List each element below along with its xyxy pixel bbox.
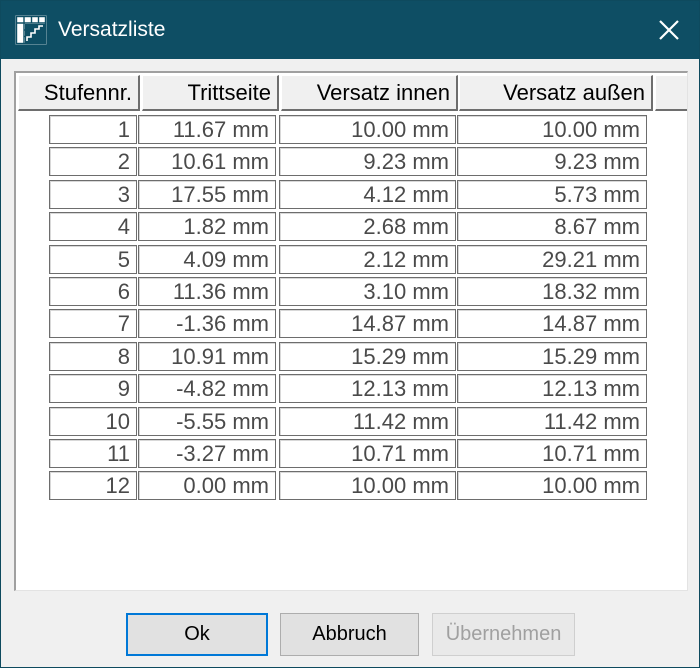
cell-tread-side[interactable]: 11.67 mm [138, 115, 276, 144]
cell-step-number[interactable]: 10 [49, 407, 137, 436]
title-bar[interactable]: Versatzliste [1, 1, 699, 59]
cell-offset-inner[interactable]: 2.12 mm [279, 245, 456, 274]
cell-tread-side[interactable]: -5.55 mm [138, 407, 276, 436]
cell-step-number[interactable]: 2 [49, 147, 137, 176]
cell-offset-inner[interactable]: 2.68 mm [279, 212, 456, 241]
close-button[interactable] [639, 1, 699, 59]
cell-offset-inner[interactable]: 12.13 mm [279, 374, 456, 403]
cell-tread-side[interactable]: 10.91 mm [138, 342, 276, 371]
ok-button[interactable]: Ok [126, 613, 268, 656]
cell-step-number[interactable]: 12 [49, 471, 137, 500]
cell-offset-outer[interactable]: 9.23 mm [457, 147, 647, 176]
cell-step-number[interactable]: 8 [49, 342, 137, 371]
cell-tread-side[interactable]: -4.82 mm [138, 374, 276, 403]
cell-offset-outer[interactable]: 10.71 mm [457, 439, 647, 468]
cell-step-number[interactable]: 4 [49, 212, 137, 241]
cell-offset-inner[interactable]: 10.00 mm [279, 471, 456, 500]
cell-tread-side[interactable]: 4.09 mm [138, 245, 276, 274]
cell-offset-outer[interactable]: 29.21 mm [457, 245, 647, 274]
cell-tread-side[interactable]: 17.55 mm [138, 180, 276, 209]
column-header-offset-outer[interactable]: Versatz außen [459, 75, 653, 111]
offset-table: Stufennr. Trittseite Versatz innen Versa… [14, 71, 688, 591]
cell-step-number[interactable]: 3 [49, 180, 137, 209]
cell-offset-inner[interactable]: 4.12 mm [279, 180, 456, 209]
cell-tread-side[interactable]: 11.36 mm [138, 277, 276, 306]
column-header-offset-inner[interactable]: Versatz innen [281, 75, 458, 111]
cell-offset-inner[interactable]: 14.87 mm [279, 309, 456, 338]
cell-offset-inner[interactable]: 11.42 mm [279, 407, 456, 436]
cell-step-number[interactable]: 7 [49, 309, 137, 338]
cell-offset-inner[interactable]: 15.29 mm [279, 342, 456, 371]
cell-offset-outer[interactable]: 12.13 mm [457, 374, 647, 403]
cell-offset-inner[interactable]: 3.10 mm [279, 277, 456, 306]
apply-button[interactable]: Übernehmen [432, 613, 575, 656]
cell-offset-outer[interactable]: 8.67 mm [457, 212, 647, 241]
cell-offset-outer[interactable]: 11.42 mm [457, 407, 647, 436]
cell-tread-side[interactable]: -3.27 mm [138, 439, 276, 468]
close-icon [659, 20, 679, 40]
cell-tread-side[interactable]: -1.36 mm [138, 309, 276, 338]
window-title: Versatzliste [58, 18, 166, 41]
dialog-window: Versatzliste Stufennr. Trittseite Versat… [0, 0, 700, 668]
cell-step-number[interactable]: 6 [49, 277, 137, 306]
cell-offset-inner[interactable]: 10.00 mm [279, 115, 456, 144]
cell-tread-side[interactable]: 1.82 mm [138, 212, 276, 241]
cell-tread-side[interactable]: 10.61 mm [138, 147, 276, 176]
column-header-tread-side[interactable]: Trittseite [142, 75, 279, 111]
cell-offset-outer[interactable]: 14.87 mm [457, 309, 647, 338]
cell-offset-outer[interactable]: 5.73 mm [457, 180, 647, 209]
cell-tread-side[interactable]: 0.00 mm [138, 471, 276, 500]
cell-offset-outer[interactable]: 10.00 mm [457, 471, 647, 500]
cell-offset-outer[interactable]: 10.00 mm [457, 115, 647, 144]
cell-offset-inner[interactable]: 10.71 mm [279, 439, 456, 468]
column-header-step-number[interactable]: Stufennr. [18, 75, 140, 111]
cell-offset-outer[interactable]: 18.32 mm [457, 277, 647, 306]
column-header-filler [655, 75, 687, 111]
stair-grid-icon [15, 15, 47, 45]
cell-step-number[interactable]: 5 [49, 245, 137, 274]
cell-step-number[interactable]: 9 [49, 374, 137, 403]
cell-step-number[interactable]: 11 [49, 439, 137, 468]
cell-offset-inner[interactable]: 9.23 mm [279, 147, 456, 176]
cell-step-number[interactable]: 1 [49, 115, 137, 144]
cell-offset-outer[interactable]: 15.29 mm [457, 342, 647, 371]
cancel-button[interactable]: Abbruch [280, 613, 419, 656]
